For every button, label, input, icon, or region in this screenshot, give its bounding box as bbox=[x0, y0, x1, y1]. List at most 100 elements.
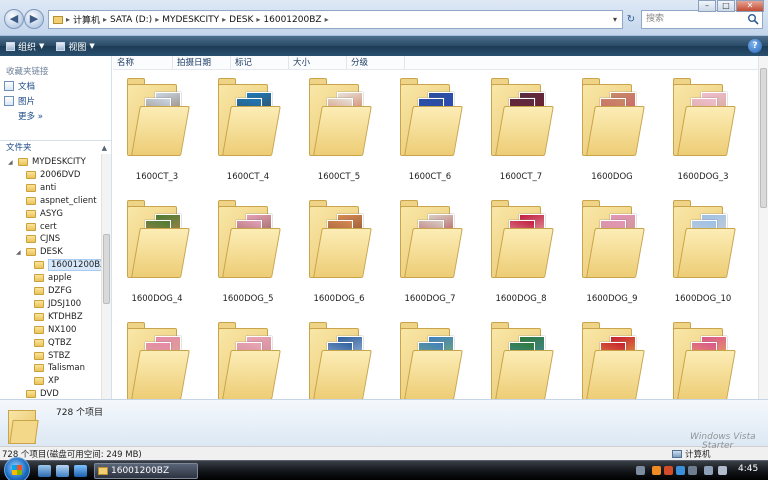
minimize-icon[interactable]: – bbox=[698, 0, 716, 12]
tree-item[interactable]: STBZ bbox=[24, 350, 70, 362]
folder-item[interactable]: 1600DOG_8 bbox=[479, 196, 563, 314]
folder-item[interactable]: 1600CT_4 bbox=[206, 74, 290, 192]
folders-header[interactable]: 文件夹 ▲ bbox=[0, 140, 111, 154]
folder-front bbox=[131, 228, 190, 278]
tree-item[interactable]: NX100 bbox=[24, 324, 76, 336]
folder-item[interactable]: 1600DOG_3 bbox=[661, 74, 745, 192]
expand-arrow-icon[interactable]: ◢ bbox=[8, 159, 14, 166]
windows-logo-icon bbox=[12, 465, 22, 475]
breadcrumb-separator-icon[interactable]: ▸ bbox=[155, 15, 159, 24]
tray-app-icon[interactable] bbox=[664, 466, 673, 475]
folder-item[interactable]: 1600DOG_6 bbox=[297, 196, 381, 314]
folder-thumbnail-icon bbox=[127, 200, 190, 278]
folder-item[interactable]: 1600DOG bbox=[570, 74, 654, 192]
tree-item[interactable]: JDSJ100 bbox=[24, 298, 81, 310]
tree-item[interactable]: 2006DVD bbox=[16, 169, 80, 181]
folder-item[interactable]: 1600DOG_9 bbox=[570, 196, 654, 314]
breadcrumb-drive[interactable]: SATA (D:) bbox=[110, 15, 152, 25]
folder-tree-scrollbar[interactable] bbox=[101, 154, 111, 399]
tree-item[interactable]: ASYG bbox=[16, 208, 63, 220]
file-list-scrollbar[interactable] bbox=[758, 56, 768, 399]
forward-button[interactable]: ▶ bbox=[24, 9, 44, 29]
folder-thumbnail-icon bbox=[127, 78, 190, 156]
tree-item[interactable]: XP bbox=[24, 375, 59, 387]
tree-item[interactable]: cert bbox=[16, 221, 57, 233]
tree-item[interactable]: ◢ MYDESKCITY bbox=[8, 156, 86, 168]
breadcrumb-desk[interactable]: DESK bbox=[229, 15, 253, 25]
tray-app-icon[interactable] bbox=[704, 466, 713, 475]
search-input[interactable]: 搜索 bbox=[641, 10, 763, 29]
address-dropdown-icon[interactable]: ▾ bbox=[608, 10, 622, 29]
column-date-taken[interactable]: 拍摄日期 bbox=[173, 56, 231, 70]
taskbar-window-button[interactable]: 16001200BZ bbox=[94, 463, 198, 479]
tray-app-icon[interactable] bbox=[688, 466, 697, 475]
tree-item[interactable]: KTDHBZ bbox=[24, 311, 83, 323]
breadcrumb-separator-icon[interactable]: ▸ bbox=[66, 15, 70, 24]
folder-item[interactable] bbox=[115, 318, 199, 399]
start-button[interactable] bbox=[4, 457, 30, 480]
folder-item[interactable]: 1600DOG_5 bbox=[206, 196, 290, 314]
breadcrumb-current[interactable]: 16001200BZ bbox=[263, 15, 321, 25]
breadcrumb-mydeskcity[interactable]: MYDESKCITY bbox=[162, 15, 219, 25]
tree-item[interactable]: DZFG bbox=[24, 285, 72, 297]
folder-item[interactable] bbox=[206, 318, 290, 399]
help-icon[interactable]: ? bbox=[748, 39, 762, 53]
expand-arrow-icon[interactable]: ◢ bbox=[16, 249, 22, 256]
browser-icon[interactable] bbox=[74, 465, 87, 477]
back-button[interactable]: ◀ bbox=[4, 9, 24, 29]
folder-item[interactable]: 1600CT_7 bbox=[479, 74, 563, 192]
folder-item[interactable]: 1600CT_3 bbox=[115, 74, 199, 192]
show-desktop-icon[interactable] bbox=[38, 465, 51, 477]
folder-item[interactable]: 1600DOG_4 bbox=[115, 196, 199, 314]
maximize-icon[interactable]: □ bbox=[717, 0, 735, 12]
tree-item[interactable]: 16001200BZ bbox=[24, 259, 109, 272]
switch-windows-icon[interactable] bbox=[56, 465, 69, 477]
folder-item[interactable] bbox=[297, 318, 381, 399]
column-tags[interactable]: 标记 bbox=[231, 56, 289, 70]
folder-front bbox=[677, 106, 736, 156]
folder-icon bbox=[26, 222, 36, 231]
tree-item[interactable]: apple bbox=[24, 272, 72, 284]
column-rating[interactable]: 分级 bbox=[347, 56, 405, 70]
tree-item[interactable]: aspnet_client bbox=[16, 195, 97, 207]
views-button[interactable]: 视图 ▼ bbox=[50, 36, 100, 56]
search-icon[interactable] bbox=[747, 13, 759, 25]
clock[interactable]: 4:45 bbox=[738, 464, 758, 474]
folder-item[interactable] bbox=[479, 318, 563, 399]
folder-item[interactable] bbox=[570, 318, 654, 399]
tree-item[interactable]: QTBZ bbox=[24, 337, 72, 349]
folder-item[interactable]: 1600CT_5 bbox=[297, 74, 381, 192]
refresh-icon[interactable]: ↻ bbox=[624, 10, 638, 29]
column-size[interactable]: 大小 bbox=[289, 56, 347, 70]
tree-item[interactable]: DVD bbox=[16, 388, 59, 399]
volume-icon[interactable] bbox=[718, 466, 727, 475]
organize-button[interactable]: 组织 ▼ bbox=[0, 36, 50, 56]
column-name[interactable]: 名称 bbox=[113, 56, 173, 70]
breadcrumb-computer[interactable]: 计算机 bbox=[73, 13, 100, 26]
favorite-documents[interactable]: 文档 bbox=[4, 80, 35, 92]
tree-item[interactable]: anti bbox=[16, 182, 56, 194]
breadcrumb-separator-icon[interactable]: ▸ bbox=[256, 15, 260, 24]
scrollbar-thumb[interactable] bbox=[103, 234, 110, 304]
security-icon[interactable] bbox=[652, 466, 661, 475]
favorite-pictures[interactable]: 图片 bbox=[4, 95, 35, 107]
folder-item[interactable]: 1600CT_6 bbox=[388, 74, 472, 192]
folder-item[interactable]: 1600DOG_10 bbox=[661, 196, 745, 314]
tree-item[interactable]: ◢ DESK bbox=[16, 246, 63, 258]
breadcrumb-separator-icon[interactable]: ▸ bbox=[325, 15, 329, 24]
folder-item[interactable]: 1600DOG_7 bbox=[388, 196, 472, 314]
scrollbar-thumb[interactable] bbox=[760, 68, 767, 208]
folder-item[interactable] bbox=[388, 318, 472, 399]
tree-item[interactable]: Talisman bbox=[24, 362, 85, 374]
address-box[interactable]: ▸ 计算机 ▸ SATA (D:) ▸ MYDESKCITY ▸ DESK ▸ … bbox=[48, 10, 623, 29]
close-icon[interactable]: ✕ bbox=[736, 0, 764, 12]
folder-front bbox=[586, 106, 645, 156]
folder-item[interactable] bbox=[661, 318, 745, 399]
more-link[interactable]: 更多 » bbox=[18, 110, 43, 122]
breadcrumb-separator-icon[interactable]: ▸ bbox=[222, 15, 226, 24]
network-icon[interactable] bbox=[676, 466, 685, 475]
breadcrumb-separator-icon[interactable]: ▸ bbox=[103, 15, 107, 24]
tree-item[interactable]: CJNS bbox=[16, 233, 60, 245]
input-method-icon[interactable] bbox=[636, 466, 645, 475]
folder-icon bbox=[34, 274, 44, 283]
